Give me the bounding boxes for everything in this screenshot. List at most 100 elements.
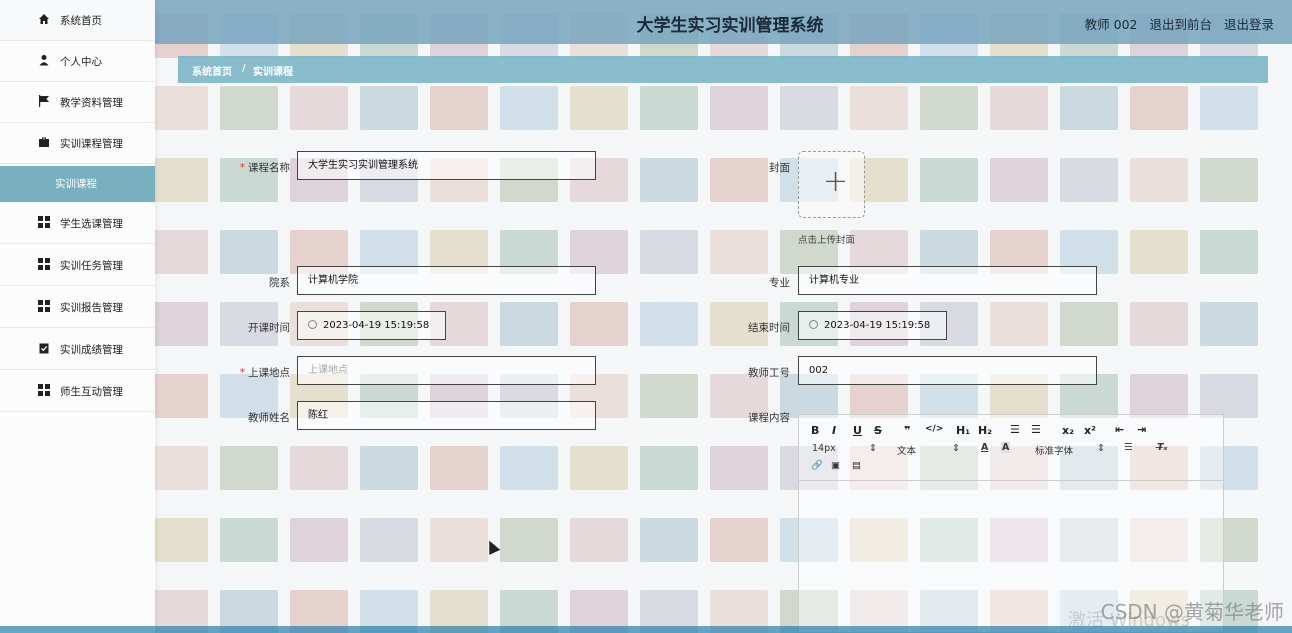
bold-button[interactable]: B — [811, 424, 819, 437]
sidebar-item-label: 实训课程管理 — [60, 137, 123, 150]
background-thumbnail — [500, 86, 558, 130]
grid-icon — [38, 384, 50, 396]
sidebar-item-home[interactable]: 系统首页 — [0, 0, 155, 41]
sidebar-item-interaction[interactable]: 师生互动管理 — [0, 371, 155, 412]
background-thumbnail — [780, 86, 838, 130]
underline-button[interactable]: U — [853, 424, 862, 437]
chevron-updown-icon: ⇕ — [869, 443, 877, 454]
end-time-value: 2023-04-19 15:19:58 — [824, 320, 931, 331]
bullet-list-button[interactable]: ☰ — [1031, 423, 1041, 436]
to-front-link[interactable]: 退出到前台 — [1149, 17, 1212, 32]
background-thumbnail — [1200, 230, 1258, 274]
start-time-picker[interactable]: 2023-04-19 15:19:58 — [297, 311, 446, 340]
background-thumbnail — [360, 86, 418, 130]
clear-format-button[interactable]: T̶ₓ — [1157, 442, 1167, 453]
home-icon — [39, 14, 49, 24]
background-thumbnail — [1130, 302, 1188, 346]
background-thumbnail — [990, 86, 1048, 130]
background-thumbnail — [220, 86, 278, 130]
current-user: 教师 002 — [1084, 17, 1138, 32]
text-color-button[interactable]: A — [981, 442, 988, 453]
teacher-name-label: 教师姓名 — [248, 412, 290, 424]
sidebar-item-courses[interactable]: 实训课程管理 — [0, 123, 155, 164]
sidebar-item-label: 个人中心 — [60, 55, 102, 68]
block-select[interactable]: 文本 — [897, 443, 916, 457]
background-thumbnail — [990, 302, 1048, 346]
background-thumbnail — [220, 518, 278, 562]
teacher-no-input[interactable]: 002 — [798, 356, 1097, 385]
bg-color-button[interactable]: A — [1001, 442, 1011, 453]
logout-link[interactable]: 退出登录 — [1224, 17, 1274, 32]
indent-button[interactable]: ⇥ — [1137, 423, 1146, 436]
background-thumbnail — [1200, 86, 1258, 130]
cover-upload[interactable]: + — [798, 151, 865, 218]
sidebar-item-selection[interactable]: 学生选课管理 — [0, 203, 155, 244]
subscript-button[interactable]: x₂ — [1062, 424, 1074, 437]
major-label: 专业 — [769, 277, 790, 289]
chevron-updown-icon: ⇕ — [952, 443, 960, 454]
background-thumbnail — [1200, 302, 1258, 346]
link-icon[interactable]: 🔗 — [811, 460, 823, 471]
background-thumbnail — [500, 446, 558, 490]
major-input[interactable]: 计算机专业 — [798, 266, 1097, 295]
background-thumbnail — [150, 518, 208, 562]
video-icon[interactable]: ▤ — [852, 460, 861, 471]
h1-button[interactable]: H₁ — [956, 424, 970, 437]
background-thumbnail — [1130, 86, 1188, 130]
background-thumbnail — [570, 518, 628, 562]
clock-icon — [809, 320, 818, 329]
cover-label: 封面 — [769, 162, 790, 174]
background-thumbnail — [290, 518, 348, 562]
background-thumbnail — [710, 86, 768, 130]
sidebar-item-grades[interactable]: 实训成绩管理 — [0, 329, 155, 370]
strike-button[interactable]: S — [874, 424, 882, 437]
breadcrumb-current: 实训课程 — [253, 67, 293, 78]
code-button[interactable]: </> — [925, 424, 943, 434]
start-time-label: 开课时间 — [248, 322, 290, 334]
breadcrumb: 系统首页 / 实训课程 — [178, 56, 1268, 83]
end-time-label: 结束时间 — [748, 322, 790, 334]
top-header: 大学生实习实训管理系统 教师 002 退出到前台 退出登录 — [0, 0, 1292, 44]
app-title: 大学生实习实训管理系统 — [636, 16, 824, 36]
sidebar-item-profile[interactable]: 个人中心 — [0, 41, 155, 82]
h2-button[interactable]: H₂ — [978, 424, 992, 437]
sidebar-item-materials[interactable]: 教学资料管理 — [0, 82, 155, 123]
background-thumbnail — [1060, 158, 1118, 202]
background-thumbnail — [640, 158, 698, 202]
outdent-button[interactable]: ⇤ — [1115, 423, 1124, 436]
sidebar-item-label: 实训报告管理 — [60, 301, 123, 314]
start-time-value: 2023-04-19 15:19:58 — [323, 320, 430, 331]
sidebar-item-tasks[interactable]: 实训任务管理 — [0, 245, 155, 286]
quote-button[interactable]: ❞ — [904, 424, 910, 437]
superscript-button[interactable]: x² — [1084, 424, 1096, 437]
background-thumbnail — [1200, 374, 1258, 418]
background-thumbnail — [710, 230, 768, 274]
background-thumbnail — [220, 230, 278, 274]
align-button[interactable]: ☰ — [1124, 442, 1133, 453]
italic-button[interactable]: I — [832, 424, 836, 437]
background-thumbnail — [150, 230, 208, 274]
background-thumbnail — [1060, 86, 1118, 130]
end-time-picker[interactable]: 2023-04-19 15:19:58 — [798, 311, 947, 340]
breadcrumb-home[interactable]: 系统首页 — [192, 63, 232, 78]
sidebar-item-reports[interactable]: 实训报告管理 — [0, 287, 155, 328]
image-icon[interactable]: ▣ — [831, 460, 840, 471]
course-name-input[interactable]: 大学生实习实训管理系统 — [297, 151, 596, 180]
background-thumbnail — [710, 518, 768, 562]
clock-icon — [308, 320, 317, 329]
sidebar-item-label: 实训任务管理 — [60, 259, 123, 272]
sidebar-item-label: 系统首页 — [60, 14, 102, 27]
background-thumbnail — [1130, 374, 1188, 418]
csdn-watermark: CSDN @黄菊华老师 — [1100, 600, 1284, 624]
background-thumbnail — [640, 302, 698, 346]
flag-icon — [39, 95, 49, 107]
font-size-select[interactable]: 14px — [812, 443, 836, 454]
background-thumbnail — [150, 446, 208, 490]
department-input[interactable]: 计算机学院 — [297, 266, 596, 295]
font-family-select[interactable]: 标准字体 — [1035, 443, 1073, 457]
sidebar-subitem-course[interactable]: 实训课程 — [0, 166, 155, 202]
location-label: * 上课地点 — [239, 367, 290, 379]
teacher-name-input[interactable]: 陈红 — [297, 401, 596, 430]
ordered-list-button[interactable]: ☰ — [1010, 423, 1020, 436]
location-input[interactable]: 上课地点 — [297, 356, 596, 385]
